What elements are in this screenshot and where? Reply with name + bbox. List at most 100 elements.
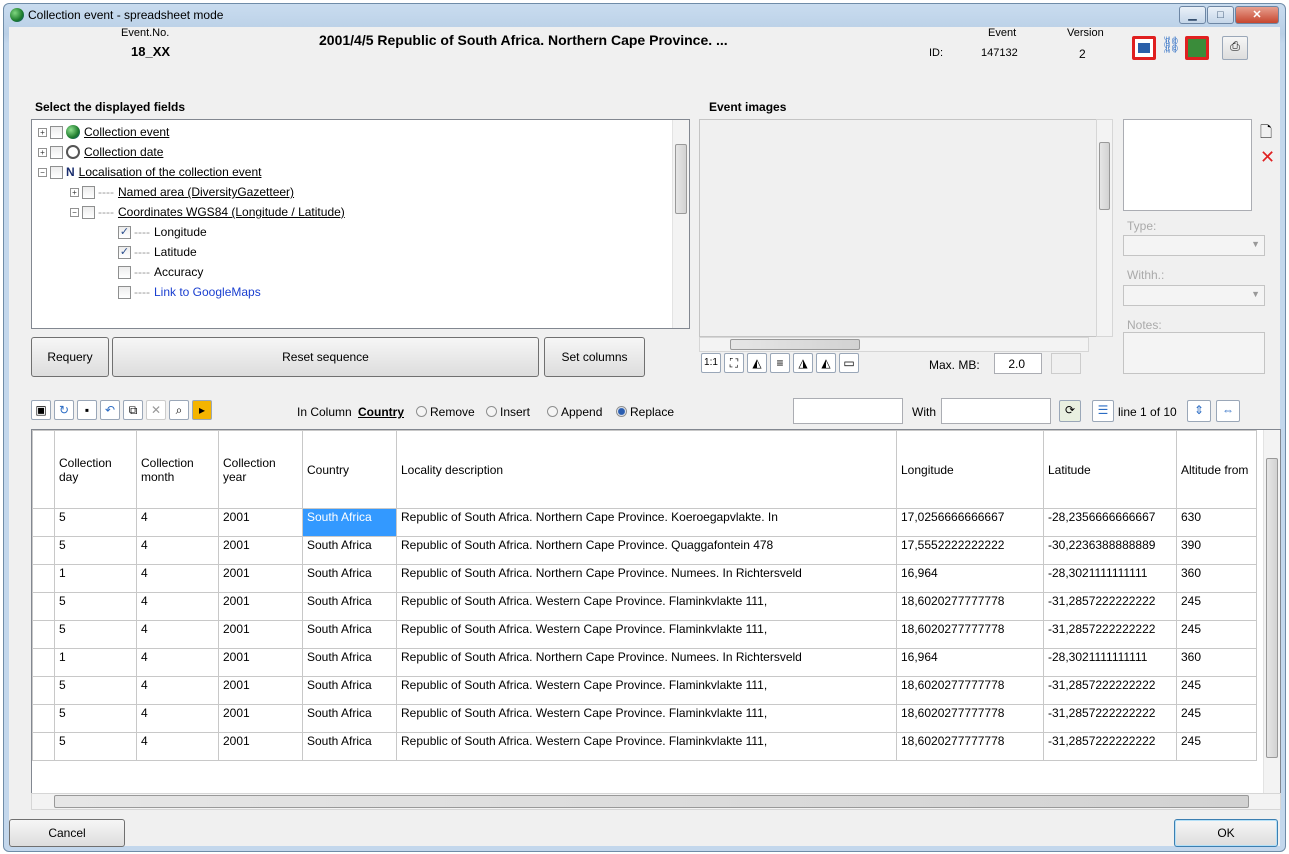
- table-cell[interactable]: Republic of South Africa. Northern Cape …: [396, 536, 897, 565]
- column-header[interactable]: Longitude: [896, 430, 1044, 509]
- tree-scrollbar[interactable]: [672, 120, 689, 328]
- table-cell[interactable]: Republic of South Africa. Western Cape P…: [396, 704, 897, 733]
- table-cell[interactable]: -30,2236388888889: [1043, 536, 1177, 565]
- table-cell[interactable]: 18,6020277777778: [896, 676, 1044, 705]
- table-cell[interactable]: 5: [54, 704, 137, 733]
- scrollbar-thumb[interactable]: [54, 795, 1249, 808]
- grid-view-icon[interactable]: [1132, 36, 1156, 60]
- table-cell[interactable]: 4: [136, 704, 219, 733]
- table-cell[interactable]: 2001: [218, 732, 303, 761]
- row-header[interactable]: [32, 564, 55, 593]
- table-row[interactable]: 5 4 2001 South Africa Republic of South Afri…: [32, 592, 1257, 621]
- insert-option[interactable]: Insert: [486, 405, 530, 419]
- table-cell[interactable]: 1: [54, 648, 137, 677]
- append-option[interactable]: Append: [547, 405, 602, 419]
- hierarchy-icon[interactable]: ⛓: [1161, 35, 1181, 55]
- table-cell[interactable]: 2001: [218, 564, 303, 593]
- replace-option[interactable]: Replace: [616, 405, 674, 419]
- tree-checkbox[interactable]: [50, 165, 63, 179]
- align-icon[interactable]: ≡: [770, 353, 790, 373]
- tree-checkbox[interactable]: [118, 285, 131, 299]
- table-cell[interactable]: 360: [1176, 648, 1257, 677]
- refresh-icon[interactable]: ↻: [54, 400, 74, 420]
- grid-hscrollbar[interactable]: [31, 793, 1281, 810]
- withh-select[interactable]: ▼: [1123, 285, 1265, 306]
- save-icon[interactable]: ▪: [77, 400, 97, 420]
- tree-node-coordinates[interactable]: − ---- Coordinates WGS84 (Longitude / Lati…: [70, 202, 345, 222]
- table-row[interactable]: 5 4 2001 South Africa Republic of South Afri…: [32, 732, 1257, 761]
- table-cell[interactable]: South Africa: [302, 564, 397, 593]
- maximize-button[interactable]: □: [1207, 6, 1234, 24]
- image-scrollbar[interactable]: [1096, 119, 1113, 337]
- table-cell[interactable]: 5: [54, 508, 137, 537]
- replace-input[interactable]: [793, 398, 903, 424]
- image-view-icon[interactable]: [1185, 36, 1209, 60]
- table-cell[interactable]: -31,2857222222222: [1043, 732, 1177, 761]
- image-list[interactable]: [1123, 119, 1252, 211]
- table-cell[interactable]: 17,0256666666667: [896, 508, 1044, 537]
- table-cell[interactable]: 4: [136, 648, 219, 677]
- tree-checkbox[interactable]: [82, 185, 95, 199]
- tree-node-longitude[interactable]: ✓ ---- Longitude: [118, 222, 207, 242]
- row-header[interactable]: [32, 648, 55, 677]
- table-cell[interactable]: 5: [54, 592, 137, 621]
- type-select[interactable]: ▼: [1123, 235, 1265, 256]
- delete-row-icon[interactable]: ✕: [146, 400, 166, 420]
- scrollbar-thumb[interactable]: [730, 339, 860, 350]
- scrollbar-thumb[interactable]: [1266, 458, 1278, 758]
- table-cell[interactable]: -28,3021111111111: [1043, 648, 1177, 677]
- table-row[interactable]: 5 4 2001 South Africa Republic of South Afri…: [32, 704, 1257, 733]
- column-header[interactable]: Collection day: [54, 430, 137, 509]
- table-row[interactable]: 1 4 2001 South Africa Republic of South Afri…: [32, 564, 1257, 593]
- row-list-icon[interactable]: ☰: [1092, 400, 1114, 422]
- table-cell[interactable]: 4: [136, 536, 219, 565]
- tree-node-localisation[interactable]: − N Localisation of the collection event: [38, 162, 261, 182]
- table-cell[interactable]: 18,6020277777778: [896, 592, 1044, 621]
- table-cell[interactable]: 2001: [218, 536, 303, 565]
- table-cell[interactable]: 17,5552222222222: [896, 536, 1044, 565]
- save-all-icon[interactable]: ▣: [31, 400, 51, 420]
- requery-button[interactable]: Requery: [31, 337, 109, 377]
- tree-node-latitude[interactable]: ✓ ---- Latitude: [118, 242, 197, 262]
- grid-scrollbar[interactable]: [1263, 430, 1280, 793]
- table-cell[interactable]: 16,964: [896, 564, 1044, 593]
- table-cell[interactable]: 5: [54, 620, 137, 649]
- row-header[interactable]: [32, 676, 55, 705]
- expand-icon[interactable]: +: [38, 127, 47, 137]
- table-cell[interactable]: 390: [1176, 536, 1257, 565]
- table-cell[interactable]: 245: [1176, 704, 1257, 733]
- minimize-button[interactable]: ▁: [1179, 6, 1206, 24]
- flip-h-icon[interactable]: ◭: [747, 353, 767, 373]
- table-cell[interactable]: 18,6020277777778: [896, 620, 1044, 649]
- collapse-icon[interactable]: −: [38, 167, 47, 177]
- expand-icon[interactable]: +: [38, 147, 47, 157]
- table-cell[interactable]: 360: [1176, 564, 1257, 593]
- delete-icon[interactable]: ✕: [1260, 147, 1275, 168]
- table-cell[interactable]: 4: [136, 676, 219, 705]
- row-header[interactable]: [32, 508, 55, 537]
- tree-checkbox[interactable]: [50, 145, 63, 159]
- table-cell[interactable]: -28,3021111111111: [1043, 564, 1177, 593]
- tree-checkbox[interactable]: [118, 265, 131, 279]
- table-cell[interactable]: South Africa: [302, 508, 397, 537]
- table-cell[interactable]: Republic of South Africa. Northern Cape …: [396, 564, 897, 593]
- remove-option[interactable]: Remove: [416, 405, 475, 419]
- table-cell[interactable]: 18,6020277777778: [896, 704, 1044, 733]
- rotate-right-icon[interactable]: ◭: [816, 353, 836, 373]
- column-header[interactable]: Altitude from: [1176, 430, 1257, 509]
- image-viewer[interactable]: [699, 119, 1105, 337]
- table-cell[interactable]: Republic of South Africa. Northern Cape …: [396, 648, 897, 677]
- expand-columns-icon[interactable]: ⇔: [1216, 400, 1240, 422]
- cancel-button[interactable]: Cancel: [9, 819, 125, 847]
- maxmb-input[interactable]: 2.0: [994, 353, 1042, 374]
- table-cell[interactable]: Republic of South Africa. Western Cape P…: [396, 676, 897, 705]
- table-cell[interactable]: South Africa: [302, 648, 397, 677]
- table-row[interactable]: 1 4 2001 South Africa Republic of South Afri…: [32, 648, 1257, 677]
- table-cell[interactable]: -31,2857222222222: [1043, 620, 1177, 649]
- tree-node-collection-date[interactable]: + Collection date: [38, 142, 163, 162]
- table-cell[interactable]: South Africa: [302, 732, 397, 761]
- table-cell[interactable]: -31,2857222222222: [1043, 676, 1177, 705]
- table-cell[interactable]: -31,2857222222222: [1043, 704, 1177, 733]
- tree-node-named-area[interactable]: + ---- Named area (DiversityGazetteer): [70, 182, 294, 202]
- tree-checkbox-checked[interactable]: ✓: [118, 225, 131, 239]
